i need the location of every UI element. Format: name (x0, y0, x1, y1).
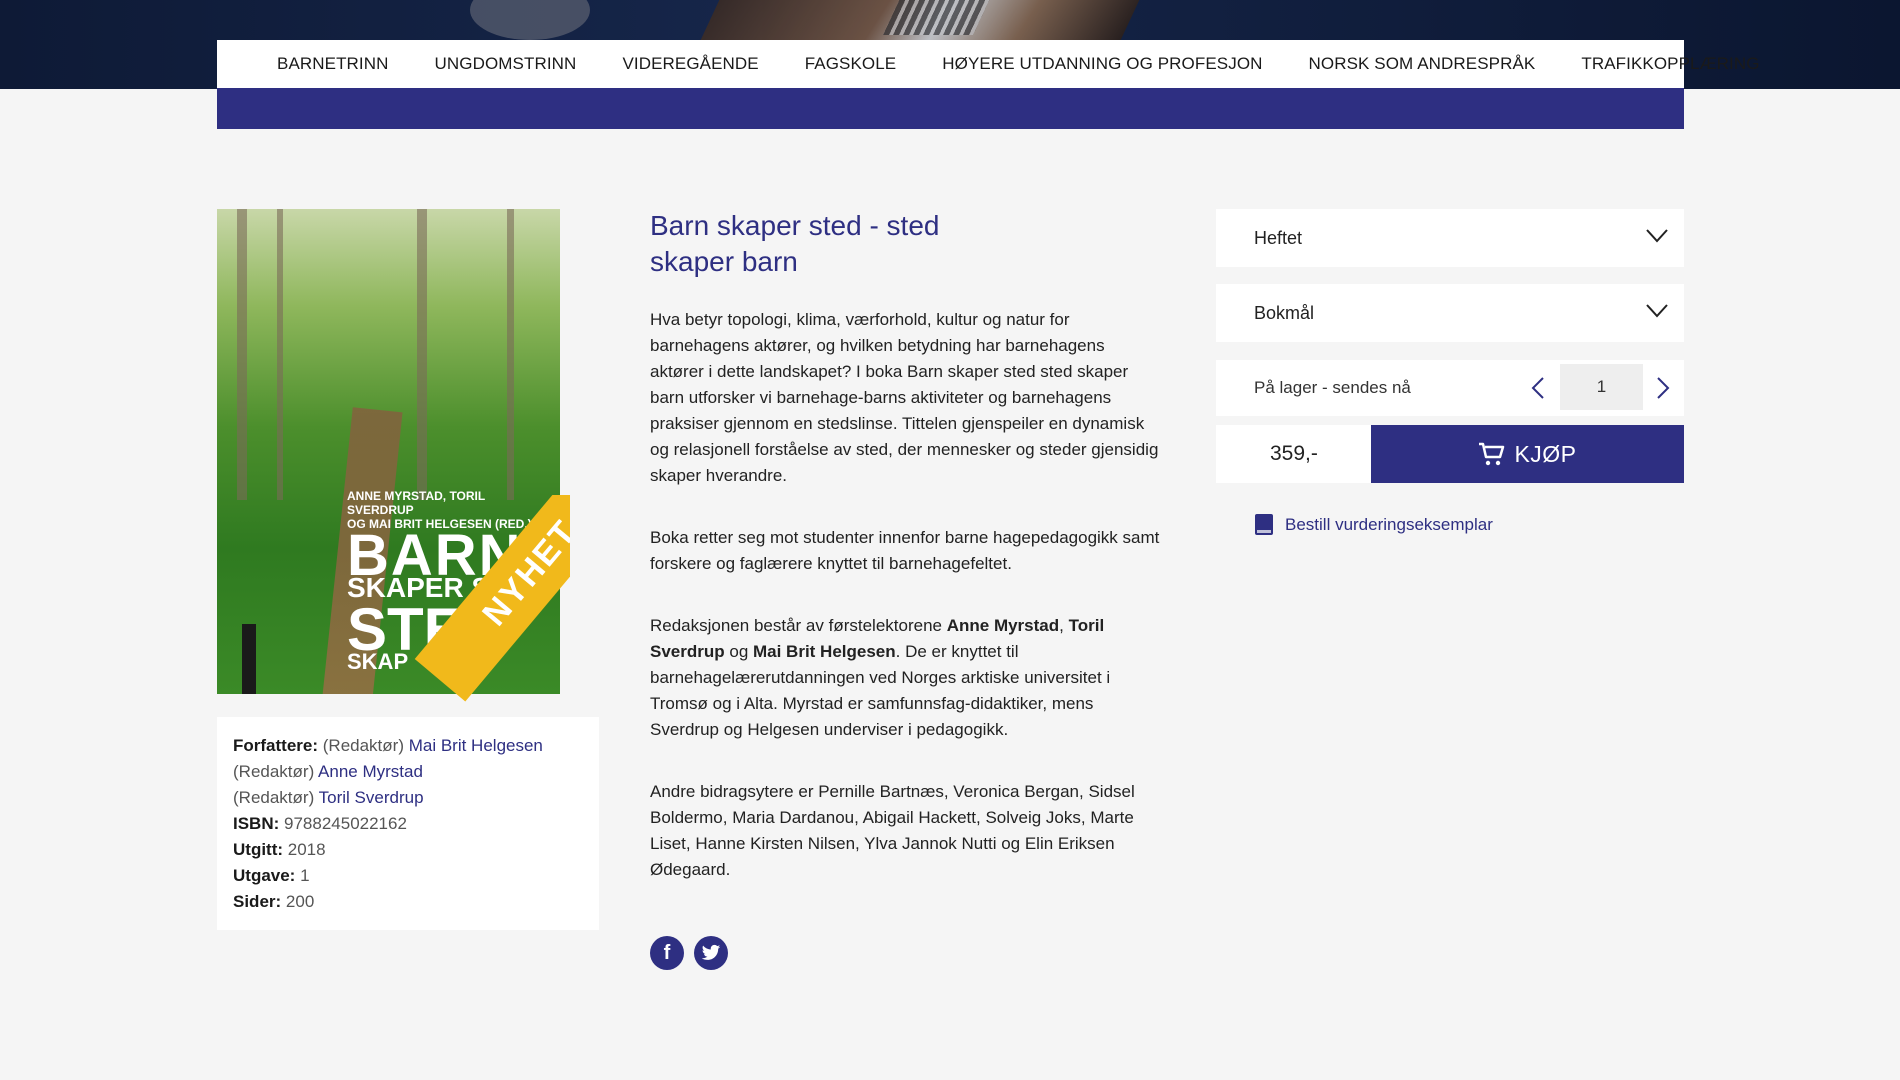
order-sample-label: Bestill vurderingseksemplar (1285, 515, 1493, 534)
stock-text: På lager - sendes nå (1254, 378, 1411, 397)
chevron-left-icon (1531, 377, 1544, 399)
nav-item-ungdomstrinn[interactable]: UNGDOMSTRINN (435, 54, 577, 74)
cover-spine-logo (242, 624, 256, 694)
published-value: 2018 (287, 840, 326, 859)
buy-button[interactable]: KJØP (1371, 425, 1684, 483)
nav-item-hoyere-utdanning[interactable]: HØYERE UTDANNING OG PROFESJON (942, 54, 1262, 74)
buy-label: KJØP (1514, 440, 1577, 467)
format-select[interactable]: Heftet (1216, 209, 1684, 267)
ribbon-label: NYHET (474, 512, 570, 633)
book-icon (1255, 514, 1273, 535)
facebook-icon[interactable]: f (650, 936, 684, 970)
new-ribbon: NYHET (355, 495, 570, 705)
cart-icon (1479, 442, 1505, 466)
pages-value: 200 (285, 892, 315, 911)
price: 359,- (1216, 425, 1371, 483)
nav-item-fagskole[interactable]: FAGSKOLE (805, 54, 897, 74)
chevron-right-icon (1657, 377, 1670, 399)
nav-item-norsk-som-andresprak[interactable]: NORSK SOM ANDRESPRÅK (1309, 54, 1536, 74)
book-meta: Forfattere: (Redaktør) Mai Brit Helgesen… (217, 717, 599, 930)
book-title: Barn skaper sted - sted skaper barn (650, 210, 940, 277)
main-nav: BARNETRINN UNGDOMSTRINN VIDEREGÅENDE FAG… (217, 40, 1759, 88)
book-description: Hva betyr topologi, klima, værforhold, k… (650, 307, 1160, 919)
editor-prefix: (Redaktør) (322, 736, 404, 755)
nav-band (217, 88, 1684, 129)
hero-person-image (470, 0, 590, 40)
edition-label: Utgave: (233, 866, 296, 885)
quantity-decrease-button[interactable] (1520, 368, 1556, 408)
author-link-helgesen[interactable]: Mai Brit Helgesen (409, 736, 543, 755)
audience-paragraph: Boka retter seg mot studenter innenfor b… (650, 528, 1160, 573)
social-share: f (650, 936, 728, 970)
language-value: Bokmål (1254, 302, 1315, 323)
language-select[interactable]: Bokmål (1216, 284, 1684, 342)
quantity-input[interactable]: 1 (1560, 364, 1643, 410)
quantity-increase-button[interactable] (1645, 368, 1681, 408)
nav-item-barnetrinn[interactable]: BARNETRINN (277, 54, 389, 74)
twitter-icon[interactable] (694, 936, 728, 970)
isbn-label: ISBN: (233, 814, 280, 833)
nav-item-videregaende[interactable]: VIDEREGÅENDE (622, 54, 758, 74)
pages-label: Sider: (233, 892, 282, 911)
editor-prefix: (Redaktør) (233, 762, 315, 781)
description-paragraph: Hva betyr topologi, klima, værforhold, k… (650, 310, 1159, 485)
edition-value: 1 (300, 866, 310, 885)
nav-item-trafikkopplaering[interactable]: TRAFIKKOPPLÆRING (1581, 54, 1759, 74)
editors-paragraph: Redaksjonen består av førstelektorene An… (650, 616, 1111, 739)
author-link-sverdrup[interactable]: Toril Sverdrup (319, 788, 424, 807)
author-link-myrstad[interactable]: Anne Myrstad (318, 762, 423, 781)
authors-label: Forfattere: (233, 736, 319, 755)
order-sample-link[interactable]: Bestill vurderingseksemplar (1253, 513, 1493, 537)
format-value: Heftet (1254, 227, 1303, 248)
chevron-down-icon (1646, 304, 1668, 318)
chevron-down-icon (1646, 229, 1668, 243)
isbn-value: 9788245022162 (284, 814, 407, 833)
published-label: Utgitt: (233, 840, 284, 859)
contributors-paragraph: Andre bidragsytere er Pernille Bartnæs, … (650, 782, 1135, 879)
editor-prefix: (Redaktør) (233, 788, 315, 807)
